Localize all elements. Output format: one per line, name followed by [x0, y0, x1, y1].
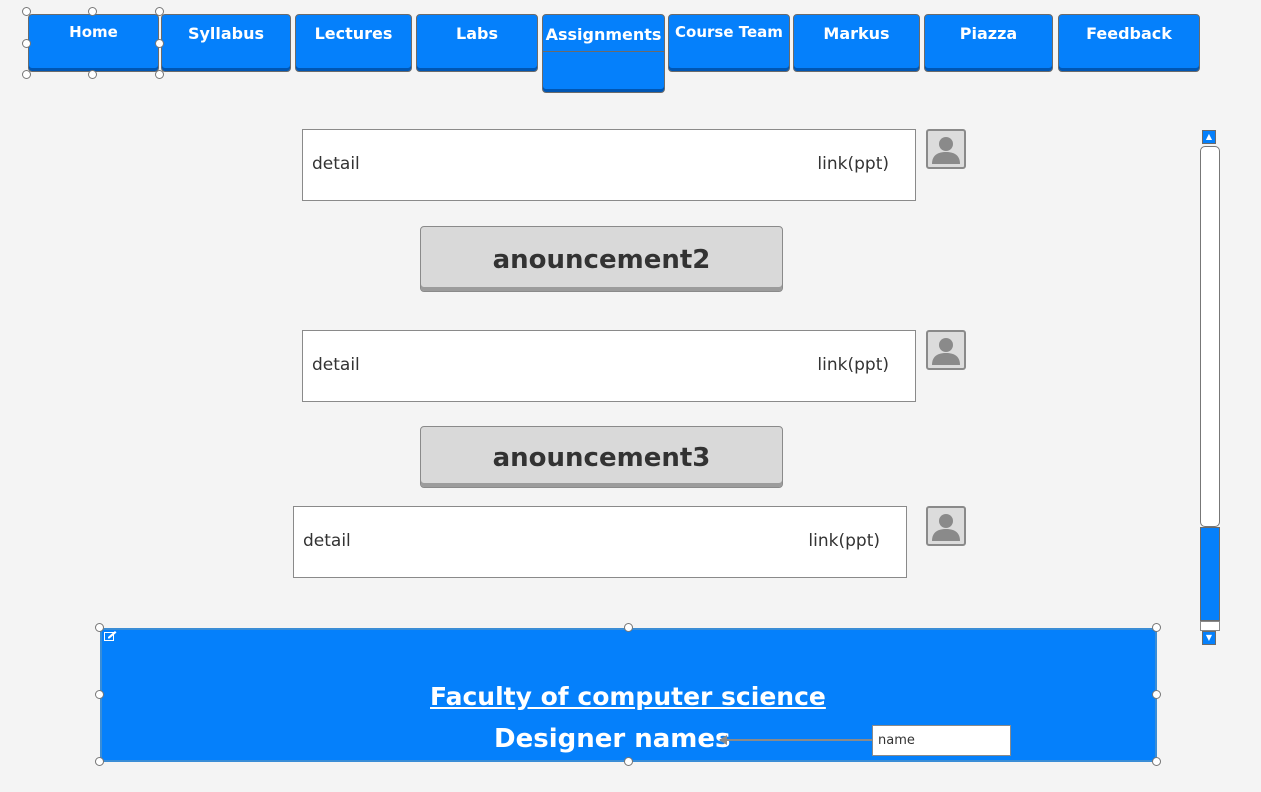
detail-text: detail [303, 531, 351, 551]
selection-handle[interactable] [1152, 757, 1161, 766]
selection-handle[interactable] [155, 70, 164, 79]
user-avatar-icon [926, 330, 966, 370]
selection-handle[interactable] [88, 7, 97, 16]
ppt-link[interactable]: link(ppt) [817, 355, 889, 375]
arrow-left-icon [719, 735, 727, 745]
scroll-thumb[interactable] [1200, 527, 1220, 621]
faculty-link[interactable]: Faculty of computer science [430, 682, 826, 711]
announcement3-button[interactable]: anouncement3 [420, 426, 783, 488]
selection-handle[interactable] [155, 7, 164, 16]
selection-handle[interactable] [22, 70, 31, 79]
nav-assignments-label: Assignments [543, 15, 664, 52]
nav-syllabus-button[interactable]: Syllabus [161, 14, 291, 72]
selection-handle[interactable] [1152, 623, 1161, 632]
announcement-detail-box: detail link(ppt) [293, 506, 907, 578]
selection-handle[interactable] [95, 690, 104, 699]
selection-handle[interactable] [22, 7, 31, 16]
selection-handle[interactable] [624, 623, 633, 632]
selection-handle[interactable] [155, 39, 164, 48]
user-avatar-icon [926, 506, 966, 546]
detail-text: detail [312, 355, 360, 375]
nav-course-team-button[interactable]: Course Team [668, 14, 790, 72]
scroll-track[interactable] [1200, 146, 1220, 527]
nav-markus-button[interactable]: Markus [793, 14, 920, 72]
selection-handle[interactable] [22, 39, 31, 48]
arrow-down-icon[interactable]: ▼ [1202, 631, 1216, 645]
user-avatar-icon [926, 129, 966, 169]
nav-home-button[interactable]: Home [28, 14, 159, 72]
nav-piazza-button[interactable]: Piazza [924, 14, 1053, 72]
nav-assignments-button[interactable]: Assignments [542, 14, 665, 93]
nav-feedback-button[interactable]: Feedback [1058, 14, 1200, 72]
announcement2-button[interactable]: anouncement2 [420, 226, 783, 292]
footer: Faculty of computer science Designer nam… [100, 628, 1157, 762]
selection-handle[interactable] [95, 757, 104, 766]
selection-handle[interactable] [88, 70, 97, 79]
nav-labs-button[interactable]: Labs [416, 14, 538, 72]
designer-names: Designer names [494, 724, 731, 754]
scroll-track-lower[interactable] [1200, 621, 1220, 631]
selection-handle[interactable] [624, 757, 633, 766]
name-field[interactable] [872, 725, 1011, 756]
vertical-scrollbar[interactable]: ▲ ▼ [1200, 129, 1220, 646]
annotation-arrow-line [720, 739, 872, 741]
detail-text: detail [312, 154, 360, 174]
ppt-link[interactable]: link(ppt) [817, 154, 889, 174]
arrow-up-icon[interactable]: ▲ [1202, 130, 1216, 144]
announcement-detail-box: detail link(ppt) [302, 330, 916, 402]
edit-icon[interactable] [104, 630, 117, 641]
nav-lectures-button[interactable]: Lectures [295, 14, 412, 72]
selection-handle[interactable] [1152, 690, 1161, 699]
announcement-detail-box: detail link(ppt) [302, 129, 916, 201]
selection-handle[interactable] [95, 623, 104, 632]
ppt-link[interactable]: link(ppt) [808, 531, 880, 551]
